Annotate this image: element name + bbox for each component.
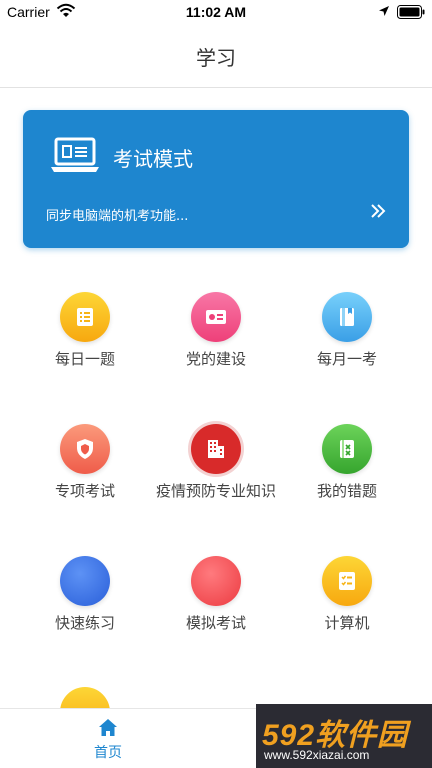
watermark-url: www.592xiazai.com — [264, 748, 370, 762]
party-flag-icon — [191, 292, 241, 342]
grid-item-partial[interactable] — [60, 687, 110, 708]
grid-item-special-exam[interactable]: 专项考试 — [15, 424, 155, 514]
grid-item-label: 每日一题 — [54, 350, 115, 368]
exam-mode-card[interactable]: 考试模式 同步电脑端的机考功能... — [23, 110, 409, 248]
tab-home-label: 首页 — [94, 745, 122, 761]
list-icon — [60, 687, 110, 708]
status-bar: Carrier 11:02 AM — [0, 0, 432, 24]
status-time: 11:02 AM — [185, 4, 247, 20]
grid-item-monthly-exam[interactable]: 每月一考 — [277, 292, 417, 382]
location-arrow-icon — [379, 6, 389, 16]
grid-item-label: 模拟考试 — [185, 614, 246, 632]
grid-item-label: 专项考试 — [54, 482, 115, 500]
red-circle-icon — [191, 556, 241, 606]
shield-icon — [60, 424, 110, 474]
building-icon — [191, 424, 241, 474]
page-title: 学习 — [196, 46, 236, 70]
exam-mode-title: 考试模式 — [113, 147, 193, 171]
grid-item-computer[interactable]: 计算机 — [277, 556, 417, 646]
grid-item-label: 快速练习 — [54, 614, 115, 632]
list-icon — [60, 292, 110, 342]
grid-item-epidemic-prevention[interactable]: 疫情预防专业知识 — [146, 424, 286, 514]
blue-circle-icon — [60, 556, 110, 606]
grid-item-label: 每月一考 — [316, 350, 377, 368]
notebook-icon — [322, 424, 372, 474]
tab-home[interactable]: 首页 — [68, 715, 148, 765]
grid-item-party-building[interactable]: 党的建设 — [146, 292, 286, 382]
laptop-icon — [51, 137, 99, 172]
watermark: 592软件园 www.592xiazai.com — [256, 704, 432, 768]
grid-item-label: 疫情预防专业知识 — [155, 482, 276, 500]
grid-item-daily-question[interactable]: 每日一题 — [15, 292, 155, 382]
grid-item-mock-exam[interactable]: 模拟考试 — [146, 556, 286, 646]
nav-bar: 学习 — [0, 24, 432, 88]
exam-mode-subtitle: 同步电脑端的机考功能... — [46, 209, 189, 224]
grid-item-label: 计算机 — [324, 614, 370, 632]
double-chevron-right-icon — [371, 204, 386, 218]
grid-item-wrong-answers[interactable]: 我的错题 — [277, 424, 417, 514]
grid-item-quick-practice[interactable]: 快速练习 — [15, 556, 155, 646]
book-icon — [322, 292, 372, 342]
battery-icon — [397, 5, 425, 19]
checklist-icon — [322, 556, 372, 606]
grid-item-label: 我的错题 — [316, 482, 377, 500]
grid-item-label: 党的建设 — [185, 350, 246, 368]
home-icon — [99, 719, 117, 736]
